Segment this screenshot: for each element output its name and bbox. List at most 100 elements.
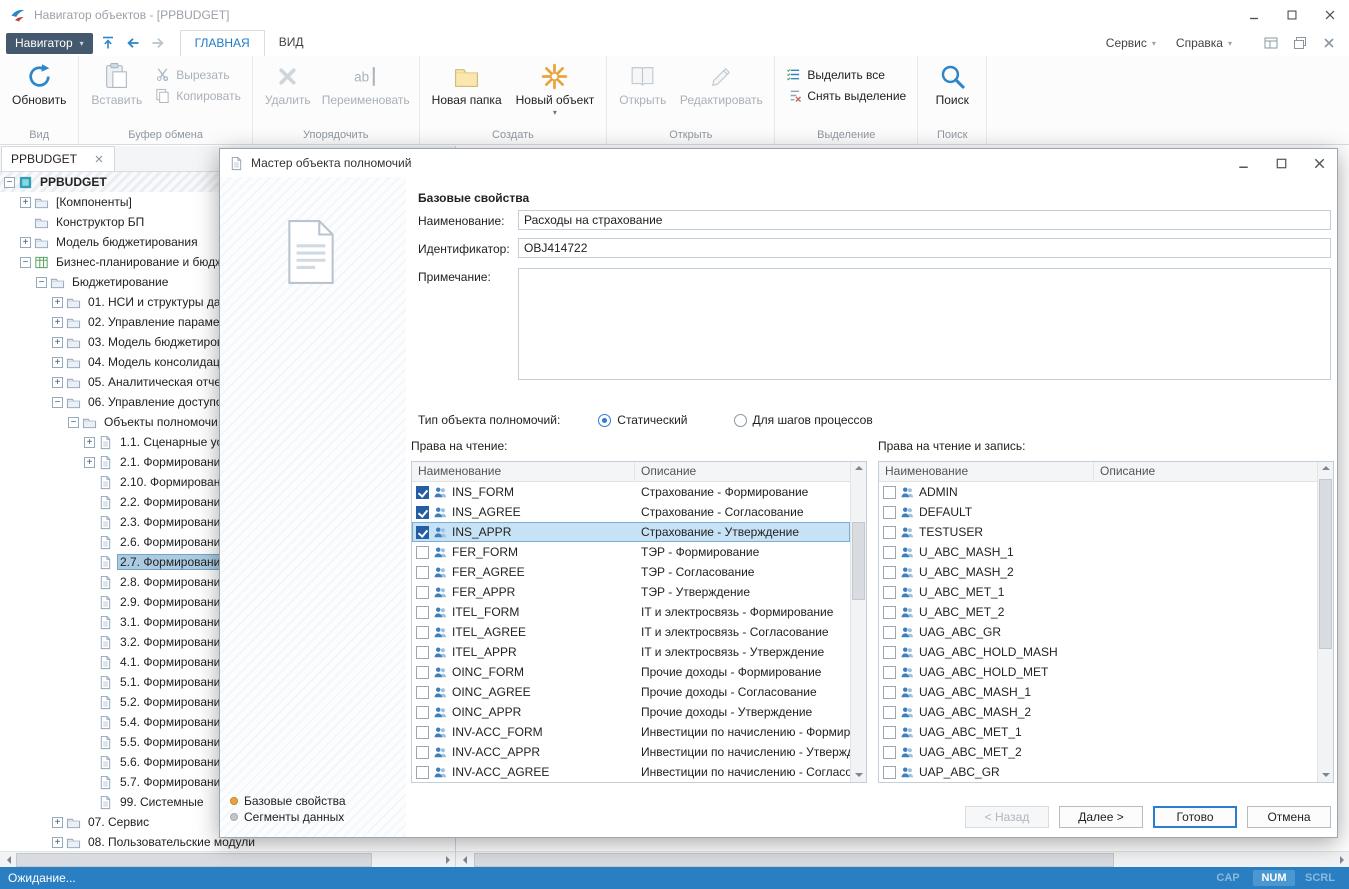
ribbon-tab[interactable]: ВИД <box>265 30 318 56</box>
tree-expander-icon[interactable]: + <box>52 297 63 308</box>
list-row[interactable]: U_ABC_MET_1 <box>879 582 1317 602</box>
scrollbar-thumb[interactable] <box>852 522 865 600</box>
list-row[interactable]: INS_APPRСтрахование - Утверждение <box>412 522 850 542</box>
checkbox[interactable] <box>883 666 896 679</box>
checkbox[interactable] <box>883 546 896 559</box>
menu-item[interactable]: Справка▾ <box>1176 36 1232 50</box>
tree-expander-icon[interactable]: − <box>52 397 63 408</box>
list-row[interactable]: UAP_ABC_GR <box>879 762 1317 782</box>
back-button[interactable]: < Назад <box>965 806 1049 828</box>
checkbox[interactable] <box>416 666 429 679</box>
checkbox[interactable] <box>883 506 896 519</box>
radio-option[interactable]: Статический <box>598 413 687 427</box>
ribbon-button-search[interactable]: Поиск <box>923 59 981 127</box>
scroll-down-arrow[interactable] <box>851 767 866 782</box>
next-button[interactable]: Далее > <box>1059 806 1143 828</box>
scroll-right-arrow[interactable] <box>439 852 455 868</box>
vertical-scrollbar[interactable] <box>1317 462 1333 782</box>
list-row[interactable]: INV-ACC_APPRИнвестиции по начислению - У… <box>412 742 850 762</box>
tree-expander-icon[interactable]: + <box>20 237 31 248</box>
tree-expander-icon[interactable]: + <box>52 317 63 328</box>
list-row[interactable]: UAG_ABC_MET_1 <box>879 722 1317 742</box>
wizard-step[interactable]: Базовые свойства <box>230 793 346 809</box>
checkbox[interactable] <box>416 726 429 739</box>
list-row[interactable]: U_ABC_MASH_2 <box>879 562 1317 582</box>
checkbox[interactable] <box>416 566 429 579</box>
tree-expander-icon[interactable]: − <box>4 177 15 188</box>
list-row[interactable]: OINC_APPRПрочие доходы - Утверждение <box>412 702 850 722</box>
list-row[interactable]: ITEL_APPRIT и электросвязь - Утверждение <box>412 642 850 662</box>
list-row[interactable]: UAG_ABC_MET_2 <box>879 742 1317 762</box>
close-button[interactable] <box>1311 0 1349 30</box>
scrollbar-thumb[interactable] <box>1319 479 1332 649</box>
list-row[interactable]: ITEL_FORMIT и электросвязь - Формировани… <box>412 602 850 622</box>
scroll-up-arrow[interactable] <box>851 462 866 477</box>
ribbon-tab[interactable]: ГЛАВНАЯ <box>180 30 265 56</box>
list-row[interactable]: DEFAULT <box>879 502 1317 522</box>
ribbon-button-new-folder[interactable]: Новая папка <box>425 59 509 127</box>
radio-option[interactable]: Для шагов процессов <box>734 413 873 427</box>
main-horizontal-scrollbar[interactable] <box>456 851 1349 867</box>
checkbox[interactable] <box>416 606 429 619</box>
list-row[interactable]: INV-ACC_FORMИнвестиции по начислению - Ф… <box>412 722 850 742</box>
list-row[interactable]: OINC_AGREEПрочие доходы - Согласование <box>412 682 850 702</box>
cascade-windows-icon[interactable] <box>1290 33 1310 53</box>
list-row[interactable]: INS_FORMСтрахование - Формирование <box>412 482 850 502</box>
scroll-right-arrow[interactable] <box>1333 852 1349 868</box>
list-row[interactable]: UAG_ABC_HOLD_MET <box>879 662 1317 682</box>
checkbox[interactable] <box>883 606 896 619</box>
tree-expander-icon[interactable]: − <box>20 257 31 268</box>
list-row[interactable]: UAG_ABC_GR <box>879 622 1317 642</box>
checkbox[interactable] <box>883 746 896 759</box>
checkbox[interactable] <box>416 646 429 659</box>
list-row[interactable]: FER_AGREEТЭР - Согласование <box>412 562 850 582</box>
minimize-button[interactable] <box>1235 0 1273 30</box>
finish-button[interactable]: Готово <box>1153 806 1237 828</box>
ribbon-button-rename[interactable]: abПереименовать <box>318 59 414 127</box>
list-row[interactable]: INV-ACC_AGREEИнвестиции по начислению - … <box>412 762 850 782</box>
ribbon-button-new-object[interactable]: Новый объект▾ <box>509 59 602 127</box>
vertical-scrollbar[interactable] <box>850 462 866 782</box>
name-input[interactable] <box>518 210 1331 230</box>
ribbon-button-copy[interactable]: Копировать <box>149 85 247 106</box>
tree-expander-icon[interactable]: + <box>84 437 95 448</box>
back-arrow-icon[interactable] <box>123 33 143 53</box>
scroll-up-arrow[interactable] <box>1318 462 1333 477</box>
checkbox[interactable] <box>883 526 896 539</box>
tree-expander-icon[interactable]: + <box>52 837 63 848</box>
list-row[interactable]: FER_FORMТЭР - Формирование <box>412 542 850 562</box>
list-row[interactable]: U_ABC_MET_2 <box>879 602 1317 622</box>
ribbon-button-edit[interactable]: Редактировать <box>673 59 769 127</box>
tree-expander-icon[interactable]: + <box>52 817 63 828</box>
tree-expander-icon[interactable]: − <box>36 277 47 288</box>
list-row[interactable]: UAG_ABC_HOLD_MASH <box>879 642 1317 662</box>
dialog-close-button[interactable] <box>1299 149 1337 177</box>
list-row[interactable]: TESTUSER <box>879 522 1317 542</box>
checkbox[interactable] <box>416 686 429 699</box>
list-column-header[interactable]: Наименование <box>879 462 1094 481</box>
maximize-button[interactable] <box>1273 0 1311 30</box>
list-row[interactable]: OINC_FORMПрочие доходы - Формирование <box>412 662 850 682</box>
checkbox[interactable] <box>883 726 896 739</box>
tree-expander-icon[interactable]: + <box>52 337 63 348</box>
list-column-header[interactable]: Описание <box>635 462 850 481</box>
tree-expander-icon[interactable]: − <box>68 417 79 428</box>
checkbox[interactable] <box>883 706 896 719</box>
list-row[interactable]: UAG_ABC_MASH_1 <box>879 682 1317 702</box>
checkbox[interactable] <box>416 546 429 559</box>
ribbon-button-deselect[interactable]: Снять выделение <box>780 85 912 106</box>
ribbon-button-delete[interactable]: Удалить <box>258 59 318 127</box>
scrollbar-thumb[interactable] <box>16 853 372 867</box>
dialog-minimize-button[interactable] <box>1223 149 1261 177</box>
tree-tab-ppbudget[interactable]: PPBUDGET <box>1 146 115 171</box>
list-column-header[interactable]: Описание <box>1094 462 1317 481</box>
tree-expander-icon[interactable]: + <box>84 457 95 468</box>
checkbox[interactable] <box>883 766 896 779</box>
note-textarea[interactable] <box>518 268 1331 380</box>
up-to-root-icon[interactable] <box>98 33 118 53</box>
list-column-header[interactable]: Наименование <box>412 462 635 481</box>
tree-expander-icon[interactable]: + <box>52 377 63 388</box>
list-row[interactable]: FER_APPRТЭР - Утверждение <box>412 582 850 602</box>
close-panel-icon[interactable] <box>1319 33 1339 53</box>
checkbox[interactable] <box>883 486 896 499</box>
